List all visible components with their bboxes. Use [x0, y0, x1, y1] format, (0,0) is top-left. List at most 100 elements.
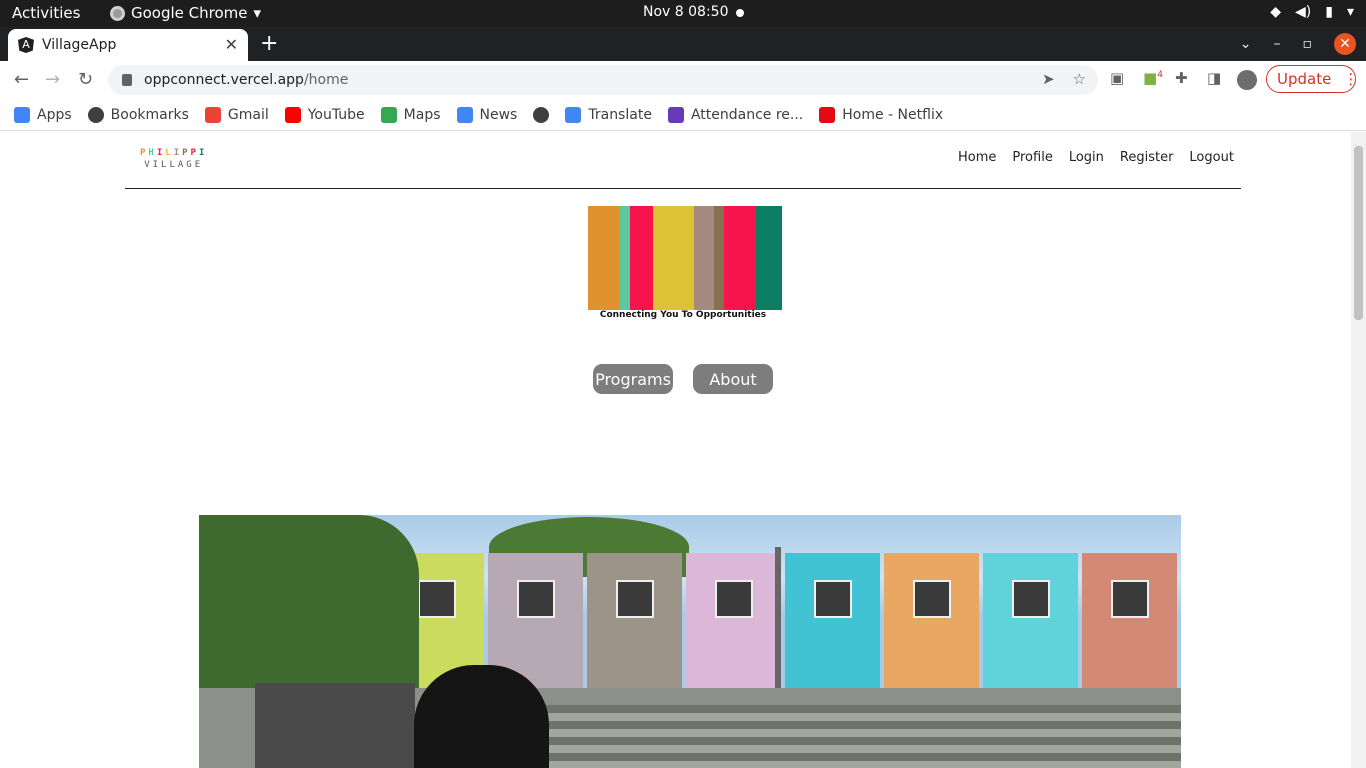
- bookmark-item[interactable]: News: [456, 106, 518, 123]
- battery-icon: ▮: [1325, 4, 1333, 20]
- logo-line2: VILLAGE: [144, 160, 204, 170]
- address-bar[interactable]: oppconnect.vercel.app/home ➤ ☆: [108, 65, 1098, 95]
- nav-register[interactable]: Register: [1120, 150, 1174, 165]
- notification-dot-icon: [736, 9, 744, 17]
- banner-stripe: [653, 206, 694, 310]
- side-panel-icon[interactable]: ◨: [1207, 69, 1221, 87]
- browser-tab[interactable]: A VillageApp ✕: [8, 29, 248, 61]
- banner-stripe: [724, 206, 756, 310]
- system-top-bar: Activities Google Chrome ▾ Nov 8 08:50 ◆…: [0, 0, 1366, 27]
- banner-stripe: [620, 206, 630, 310]
- bookmark-item[interactable]: Gmail: [204, 106, 269, 123]
- clock[interactable]: Nov 8 08:50: [643, 4, 728, 20]
- update-button[interactable]: Update ⋮: [1266, 65, 1358, 93]
- close-window-icon[interactable]: ✕: [1334, 33, 1356, 55]
- nav-logout[interactable]: Logout: [1189, 150, 1234, 165]
- container-window: [813, 580, 852, 618]
- maximize-icon[interactable]: ▫: [1303, 36, 1313, 52]
- site-logo[interactable]: PHILIPPI VILLAGE: [140, 148, 207, 170]
- bookmark-label: Home - Netflix: [842, 106, 944, 123]
- nav-home[interactable]: Home: [958, 150, 996, 165]
- reload-icon[interactable]: ↻: [78, 69, 93, 90]
- site-nav: Home Profile Login Register Logout: [958, 150, 1234, 165]
- person-with-dreadlocks: [414, 665, 549, 768]
- nav-login[interactable]: Login: [1069, 150, 1104, 165]
- header-divider: [125, 188, 1241, 189]
- tab-title: VillageApp: [42, 37, 117, 53]
- container-window: [1110, 580, 1149, 618]
- star-icon: [87, 106, 104, 123]
- close-tab-icon[interactable]: ✕: [225, 35, 238, 54]
- new-tab-icon[interactable]: +: [260, 31, 278, 56]
- browser-toolbar: ← → ↻ oppconnect.vercel.app/home ➤ ☆ ▣ ■…: [0, 61, 1366, 99]
- gabion-wall: [255, 683, 415, 768]
- forward-icon[interactable]: →: [45, 69, 60, 90]
- window-controls: ⌄ – ▫ ✕: [1240, 33, 1356, 55]
- bookmark-label: YouTube: [307, 106, 365, 123]
- translate-icon: [565, 106, 582, 123]
- minimize-icon[interactable]: –: [1274, 36, 1281, 52]
- hero-image: [199, 515, 1181, 768]
- container-window: [516, 580, 555, 618]
- bookmark-label: Gmail: [227, 106, 269, 123]
- bookmark-label: Bookmarks: [110, 106, 189, 123]
- page-scrollbar[interactable]: [1351, 132, 1366, 768]
- bookmark-item[interactable]: Apps: [14, 106, 72, 123]
- bookmark-label: News: [479, 106, 518, 123]
- nav-profile[interactable]: Profile: [1012, 150, 1052, 165]
- lock-icon[interactable]: [122, 74, 132, 86]
- logo-line1: PHILIPPI: [140, 148, 208, 158]
- banner-stripe: [756, 206, 782, 310]
- angular-favicon-icon: A: [18, 37, 34, 53]
- maps-icon: [380, 106, 397, 123]
- programs-button[interactable]: Programs: [593, 364, 673, 394]
- tab-search-icon[interactable]: ⌄: [1240, 36, 1252, 52]
- dropdown-arrow-icon: ▾: [253, 4, 262, 22]
- apps-grid-icon: [14, 106, 30, 123]
- profile-avatar[interactable]: [1237, 70, 1257, 90]
- bookmark-item[interactable]: Bookmarks: [87, 106, 189, 123]
- extensions-puzzle-icon[interactable]: ✚: [1175, 69, 1188, 87]
- shipping-container: [884, 553, 979, 688]
- back-icon[interactable]: ←: [14, 69, 29, 90]
- send-icon[interactable]: ➤: [1042, 70, 1055, 88]
- bookmark-item[interactable]: Attendance re...: [667, 106, 804, 123]
- update-label: Update: [1277, 70, 1332, 88]
- extension-badge-icon[interactable]: ■4: [1143, 69, 1163, 87]
- container-window: [912, 580, 951, 618]
- bookmark-item[interactable]: Maps: [380, 106, 441, 123]
- bookmark-item[interactable]: Translate: [565, 106, 652, 123]
- volume-icon: ◀): [1295, 4, 1312, 20]
- bookmark-label: Translate: [588, 106, 652, 123]
- globe-icon: [533, 106, 550, 123]
- extension-icon[interactable]: ▣: [1110, 69, 1124, 87]
- tab-strip: A VillageApp ✕ + ⌄ – ▫ ✕: [0, 27, 1366, 61]
- banner-stripe: [588, 206, 620, 310]
- bookmark-star-icon[interactable]: ☆: [1073, 70, 1086, 88]
- system-menu-arrow-icon: ▾: [1346, 4, 1354, 20]
- url-path: /home: [303, 72, 349, 88]
- web-page: PHILIPPI VILLAGE Home Profile Login Regi…: [0, 132, 1366, 768]
- shipping-container: [785, 553, 880, 688]
- bookmark-item[interactable]: YouTube: [284, 106, 365, 123]
- stone-steps: [539, 705, 1181, 768]
- bookmark-label: Attendance re...: [690, 106, 804, 123]
- about-button[interactable]: About: [693, 364, 773, 394]
- color-stripes-banner: [588, 206, 782, 310]
- banner-stripe: [714, 206, 724, 310]
- shipping-container: [1082, 553, 1177, 688]
- container-window: [1011, 580, 1050, 618]
- bookmarks-bar: Apps Bookmarks Gmail YouTube Maps News Transla…: [0, 99, 1366, 131]
- url-host: oppconnect.vercel.app: [144, 72, 304, 88]
- bookmark-item[interactable]: [533, 106, 550, 123]
- system-tray[interactable]: ◆ ◀) ▮ ▾: [1270, 4, 1354, 20]
- activities-button[interactable]: Activities: [12, 4, 80, 22]
- container-window: [615, 580, 654, 618]
- gmail-icon: [204, 106, 221, 123]
- bookmark-item[interactable]: Home - Netflix: [819, 106, 944, 123]
- chrome-icon: [110, 5, 125, 21]
- app-menu[interactable]: Google Chrome ▾: [110, 4, 261, 22]
- netflix-icon: [819, 106, 836, 123]
- scrollbar-thumb[interactable]: [1354, 146, 1363, 320]
- container-window: [417, 580, 456, 618]
